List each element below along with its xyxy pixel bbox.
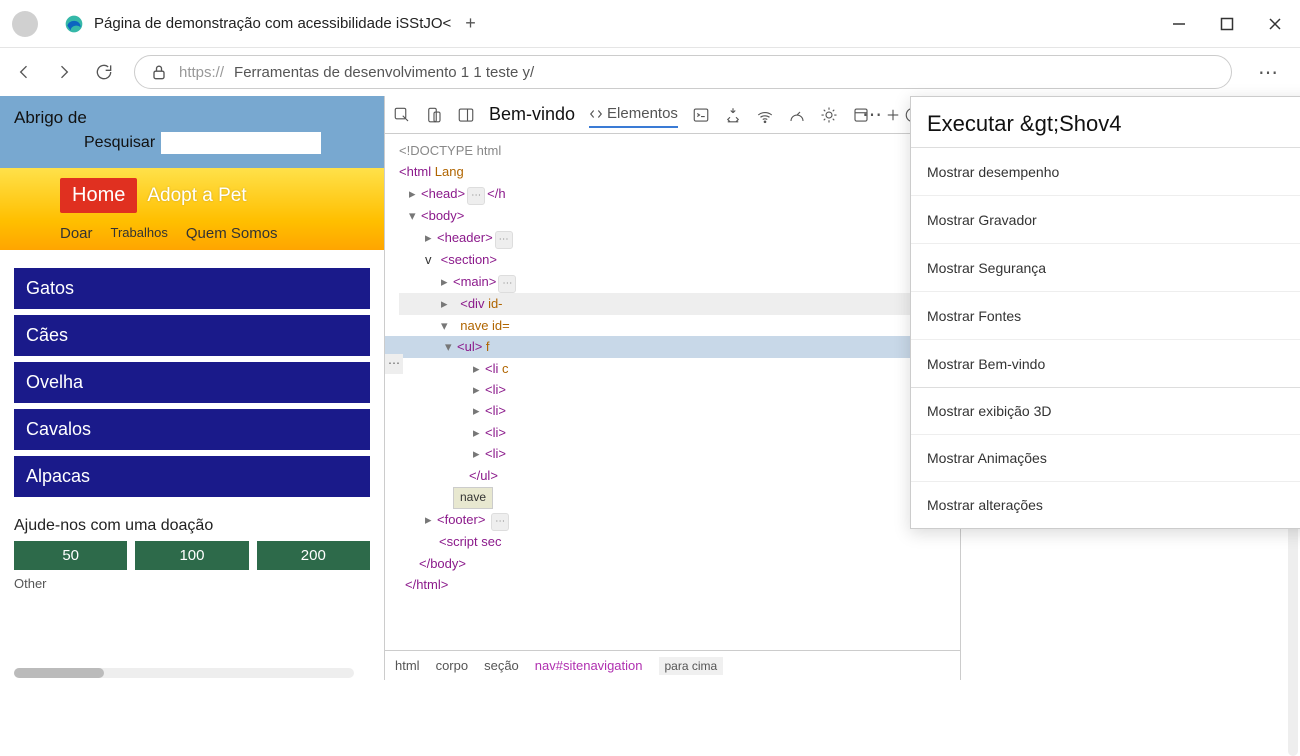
tab-welcome[interactable]: Bem-vindo xyxy=(489,104,575,125)
list-item[interactable]: Gatos xyxy=(14,268,370,309)
list-item[interactable]: Cavalos xyxy=(14,409,370,450)
dropdown-row-label: Mostrar alterações xyxy=(927,497,1043,513)
sources-icon[interactable] xyxy=(724,106,742,124)
dom-tree[interactable]: <!DOCTYPE html <html Lang ▸<head>⋯</h ▾<… xyxy=(385,134,960,650)
list-item[interactable]: Cães xyxy=(14,315,370,356)
list-item[interactable]: Ovelha xyxy=(14,362,370,403)
bc-section[interactable]: seção xyxy=(484,658,519,673)
line-menu-icon[interactable]: ⋯ xyxy=(385,354,403,374)
bc-body[interactable]: corpo xyxy=(436,658,469,673)
dropdown-row-label: Mostrar Bem-vindo xyxy=(927,356,1045,372)
lock-icon xyxy=(149,62,169,82)
dock-icon[interactable] xyxy=(457,106,475,124)
donate-other[interactable]: Other xyxy=(0,570,384,597)
donate-100[interactable]: 100 xyxy=(135,541,248,570)
memory-icon[interactable] xyxy=(820,106,838,124)
dropdown-title: Executar &gt;Shov4 xyxy=(911,97,1300,147)
rendered-page: Abrigo de Pesquisar Home Adopt a Pet Doa… xyxy=(0,96,385,680)
device-icon[interactable] xyxy=(425,106,443,124)
tab-elements[interactable]: Elementos xyxy=(589,105,678,128)
donate-50[interactable]: 50 xyxy=(14,541,127,570)
bc-nav[interactable]: nav#sitenavigation xyxy=(535,658,643,673)
nav-trabalhos[interactable]: Trabalhos xyxy=(111,225,168,242)
dropdown-row-label: Mostrar Segurança xyxy=(927,260,1046,276)
address-row: https:// Ferramentas de desenvolvimento 1… xyxy=(0,48,1300,96)
close-icon[interactable] xyxy=(1268,17,1282,31)
bc-html[interactable]: html xyxy=(395,658,420,673)
edge-icon xyxy=(64,14,84,34)
browser-menu-icon[interactable]: ⋯ xyxy=(1252,60,1286,85)
network-icon[interactable] xyxy=(756,106,774,124)
dropdown-row[interactable]: Mostrar GravadorPainel xyxy=(911,195,1300,243)
dropdown-row[interactable]: Mostrar alteraçõesExibição Rápida xyxy=(911,481,1300,528)
dropdown-row[interactable]: Mostrar FontesPainel xyxy=(911,291,1300,339)
forward-icon[interactable] xyxy=(54,62,74,82)
page-nav: Home Adopt a Pet xyxy=(0,168,384,221)
tab-title: Página de demonstração com acessibilidad… xyxy=(94,15,451,32)
dropdown-row-label: Mostrar Fontes xyxy=(927,308,1021,324)
nav-quem[interactable]: Quem Somos xyxy=(186,225,278,242)
maximize-icon[interactable] xyxy=(1220,17,1234,31)
donate-200[interactable]: 200 xyxy=(257,541,370,570)
titlebar: Página de demonstração com acessibilidad… xyxy=(0,0,1300,48)
back-icon[interactable] xyxy=(14,62,34,82)
dropdown-row-label: Mostrar Gravador xyxy=(927,212,1037,228)
nav-home[interactable]: Home xyxy=(60,178,137,213)
page-horizontal-scrollbar[interactable] xyxy=(14,668,354,678)
nav-doar[interactable]: Doar xyxy=(60,225,93,242)
devtools: Bem-vindo Elementos ⋯ <!D xyxy=(385,96,1300,680)
code-icon xyxy=(589,107,603,121)
refresh-icon[interactable] xyxy=(94,62,114,82)
browser-tab[interactable]: Página de demonstração com acessibilidad… xyxy=(54,7,486,40)
dom-breadcrumb: html corpo seção nav#sitenavigation para… xyxy=(385,650,960,680)
bc-up[interactable]: para cima xyxy=(659,657,724,675)
address-url: Ferramentas de desenvolvimento 1 1 teste… xyxy=(234,64,534,81)
list-item[interactable]: Alpacas xyxy=(14,456,370,497)
page-brand: Abrigo de xyxy=(14,108,370,128)
minimize-icon[interactable] xyxy=(1172,17,1186,31)
dropdown-row[interactable]: Mostrar SegurançaPainel xyxy=(911,243,1300,291)
new-tab-button[interactable]: + xyxy=(465,13,476,34)
search-label: Pesquisar xyxy=(84,134,155,152)
donate-title: Ajude-nos com uma doação xyxy=(0,507,384,541)
dropdown-row[interactable]: Mostrar Bem-vindoPainel xyxy=(911,339,1300,387)
devtools-toolbar: Bem-vindo Elementos ⋯ xyxy=(385,96,960,134)
devtools-menu-icon[interactable]: ⋯ xyxy=(856,102,890,127)
dropdown-row-label: Mostrar desempenho xyxy=(927,164,1059,180)
dropdown-row[interactable]: Mostrar AnimaçõesExibição Rápida xyxy=(911,434,1300,481)
performance-icon[interactable] xyxy=(788,106,806,124)
nav-adopt[interactable]: Adopt a Pet xyxy=(147,185,246,207)
search-input[interactable] xyxy=(161,132,321,154)
command-dropdown: Executar &gt;Shov4 Mostrar desempenhoPai… xyxy=(910,96,1300,529)
console-icon[interactable] xyxy=(692,106,710,124)
nave-pill[interactable]: nave xyxy=(453,487,493,509)
address-bar[interactable]: https:// Ferramentas de desenvolvimento 1… xyxy=(134,55,1232,89)
dropdown-row-label: Mostrar exibição 3D xyxy=(927,403,1052,419)
address-protocol: https:// xyxy=(179,64,224,81)
dropdown-row[interactable]: Mostrar desempenhoPainel xyxy=(911,147,1300,195)
dropdown-row[interactable]: Mostrar exibição 3DExibição Rápida xyxy=(911,387,1300,434)
dropdown-row-label: Mostrar Animações xyxy=(927,450,1047,466)
inspect-icon[interactable] xyxy=(393,106,411,124)
user-avatar[interactable] xyxy=(12,11,38,37)
window-controls xyxy=(1172,17,1288,31)
